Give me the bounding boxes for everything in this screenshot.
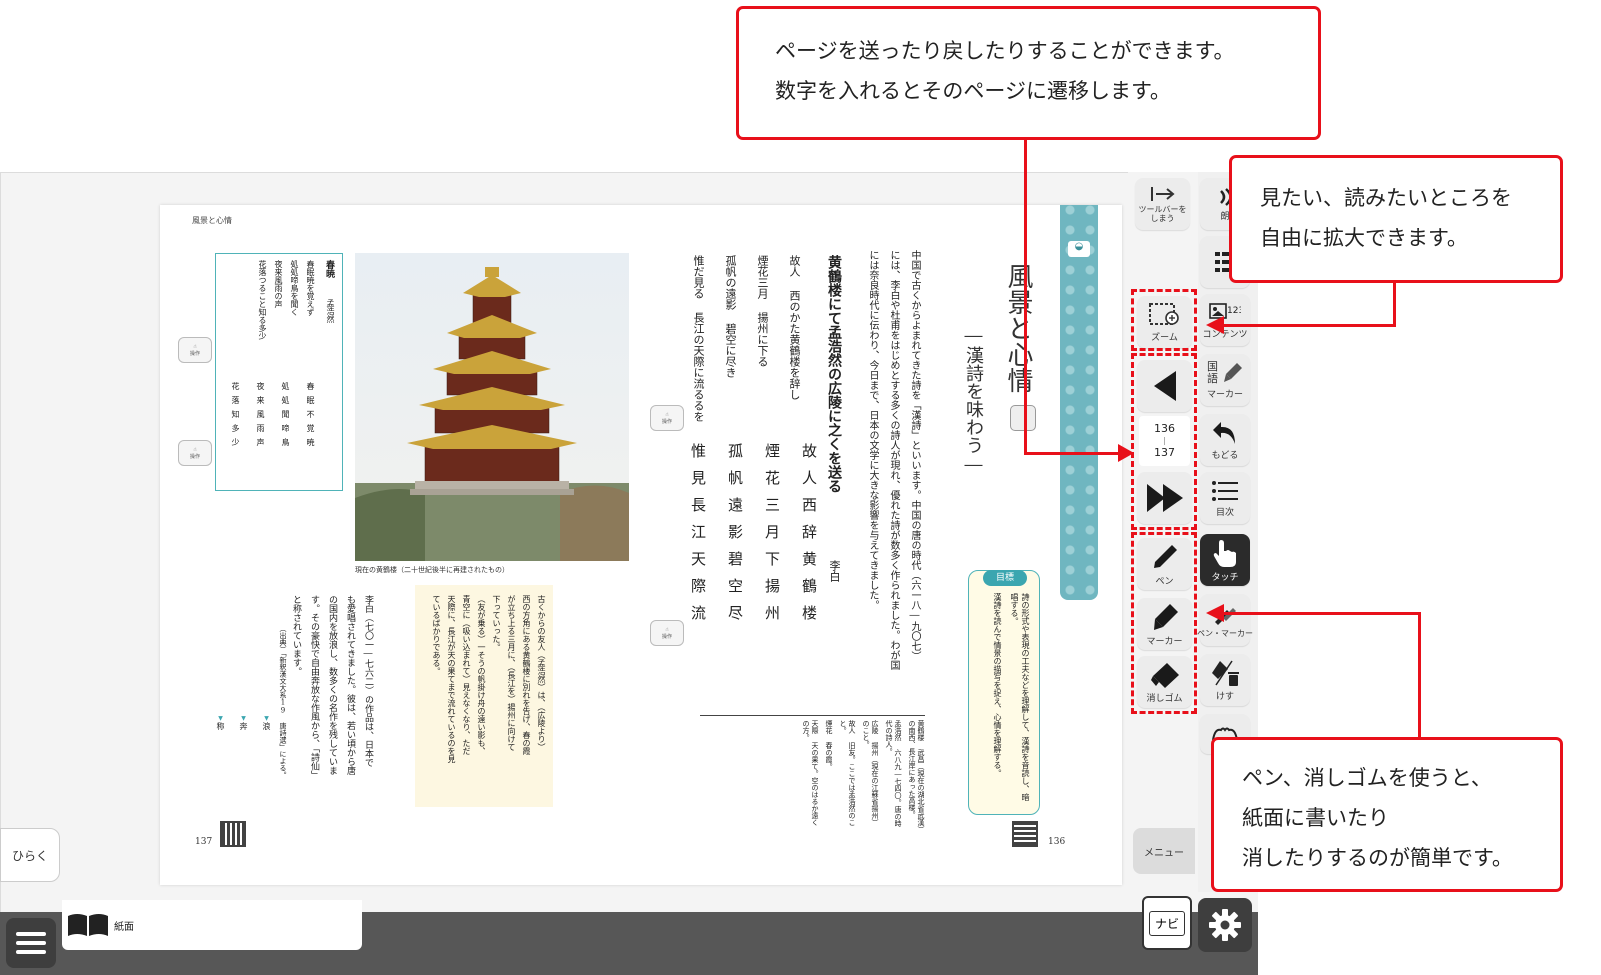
marker-icon: [1224, 362, 1242, 382]
undo-button[interactable]: もどる: [1200, 414, 1250, 466]
main-poem-author: 李白: [828, 560, 841, 582]
highlight-page-nav: [1131, 353, 1197, 530]
running-header: 風景と心情: [192, 216, 232, 225]
textbook-spread[interactable]: 風景と心情 春暁 孟浩然 春眠暁を覚えず 処処啼鳥を聞く 夜来風雨の声 花落つる…: [160, 205, 1122, 885]
menu-button[interactable]: メニュー: [1133, 828, 1195, 874]
translation-note: 古くからの友人（孟浩然）は、（広陵より） 西の方角にある黄鶴楼に別れを告げ、春の…: [415, 585, 553, 807]
settings-button[interactable]: [1198, 898, 1252, 952]
poem-box-shungyo: 春暁 孟浩然 春眠暁を覚えず 処処啼鳥を聞く 夜来風雨の声 花落つること知る多少…: [215, 253, 343, 491]
action-button[interactable]: ☝ 操作: [178, 337, 212, 363]
erase-trash-icon: [1212, 660, 1239, 686]
connector-line: [1024, 140, 1027, 455]
poem-title: 春暁: [324, 260, 334, 278]
page-number-right: 136: [1048, 837, 1066, 847]
poem-lines: 春眠暁を覚えず 処処啼鳥を聞く 夜来風雨の声 花落つること知る多少: [258, 260, 315, 340]
callout-page-navigation: ページを送ったり戻したりすることができます。 数字を入れるとそのページに遷移しま…: [736, 6, 1321, 140]
fan-icon: ◒: [1068, 241, 1090, 257]
hide-toolbar-button[interactable]: ツールバーをしまう: [1135, 178, 1190, 230]
arrow-head-icon: [1206, 604, 1224, 622]
decorative-band: [1060, 205, 1098, 600]
mode-label: 紙面: [114, 921, 134, 933]
navi-button[interactable]: ナビ: [1142, 896, 1192, 950]
subject-marker-button[interactable]: 国語 マーカー: [1200, 354, 1250, 406]
arrow-to-right-bar-icon: [1150, 187, 1175, 201]
toc-button[interactable]: 目次: [1200, 472, 1250, 524]
svg-text:123: 123: [1227, 306, 1241, 316]
callout-pen-eraser: ペン、消しゴムを使うと、 紙面に書いたり 消したりするのが簡単です。: [1211, 737, 1563, 892]
action-button[interactable]: ☝ 操作: [650, 405, 684, 431]
intro-text: 中国で古くからよまれてきた詩を「漢詩」といいます。中国の唐の時代（六一八―九〇七…: [867, 250, 920, 670]
poem-kanbun: 春眠不覚暁 処処聞啼鳥 夜来風雨声 花落知多少: [231, 382, 315, 452]
vocab-list: ▼ 称 ▼ 奔 ▼ 浪: [216, 715, 271, 730]
arrow-head-icon: [1206, 316, 1224, 334]
hamburger-menu-button[interactable]: [6, 918, 56, 968]
unit-subtitle: ―漢詩を味わう―: [963, 325, 984, 475]
source-note: （出典）「新釈漢文大系19 唐詩選」による。: [279, 625, 287, 779]
action-button[interactable]: ☝ 操作: [178, 440, 212, 466]
highlight-zoom: [1131, 289, 1197, 351]
qr-code[interactable]: [220, 821, 246, 847]
callout-zoom: 見たい、読みたいところを 自由に拡大できます。: [1229, 155, 1563, 283]
highlight-pen-tools: [1131, 532, 1197, 714]
book-icon: [68, 914, 108, 936]
qr-code[interactable]: [1012, 821, 1038, 847]
hand-pointer-icon: [1213, 539, 1236, 567]
bottom-bar: 紙面 ナビ: [0, 896, 1258, 975]
main-poem-title: 黄鶴楼にて孟浩然の広陵に之くを送る: [826, 255, 842, 493]
tower-photo[interactable]: [355, 253, 629, 561]
arrow-head-icon: [1118, 444, 1134, 462]
action-button[interactable]: ☝ 操作: [650, 620, 684, 646]
mode-tab[interactable]: 紙面: [62, 900, 362, 950]
author-bio: 李白（七〇一―七六二）の作品は、日本で も愛唱されてきました。彼は、若い頃から唐…: [291, 595, 373, 780]
photo-caption: 現在の黄鶴楼（二十世紀後半に再建されたもの）: [355, 566, 509, 574]
connector-line: [1222, 324, 1396, 327]
hamburger-icon: [16, 932, 46, 954]
connector-line: [1024, 452, 1124, 455]
undo-arrow-icon: [1213, 421, 1235, 444]
list-icon: [1212, 480, 1238, 501]
connector-line: [1222, 612, 1421, 615]
poem-author: 孟浩然: [326, 299, 335, 323]
connector-line: [1418, 612, 1421, 738]
open-button[interactable]: ひらく: [0, 828, 60, 882]
erase-all-button[interactable]: けす: [1200, 654, 1250, 706]
unit-title: 風景と心情: [1003, 263, 1033, 393]
connector-line: [1393, 283, 1396, 327]
glossary: 黄鶴楼 武昌（現在の湖北省武漢）の南西、長江岸にあった高楼。 孟浩然 六八九―七…: [700, 715, 925, 830]
touch-button[interactable]: タッチ: [1200, 534, 1250, 586]
page-number-left: 137: [195, 837, 213, 847]
goal-title: 目標: [983, 570, 1027, 586]
goal-box: 目標 詩の形式や表現の工夫などを理解して、漢詩を音読し、暗唱する。 漢詩を読んで…: [968, 570, 1040, 815]
kanbun-text: 故人西辞黄鶴楼 煙花三月下揚州 孤帆遠影碧空尽 惟見長江天際流: [689, 443, 818, 632]
digital-icon[interactable]: [1010, 405, 1036, 431]
gear-icon: [1209, 909, 1241, 941]
